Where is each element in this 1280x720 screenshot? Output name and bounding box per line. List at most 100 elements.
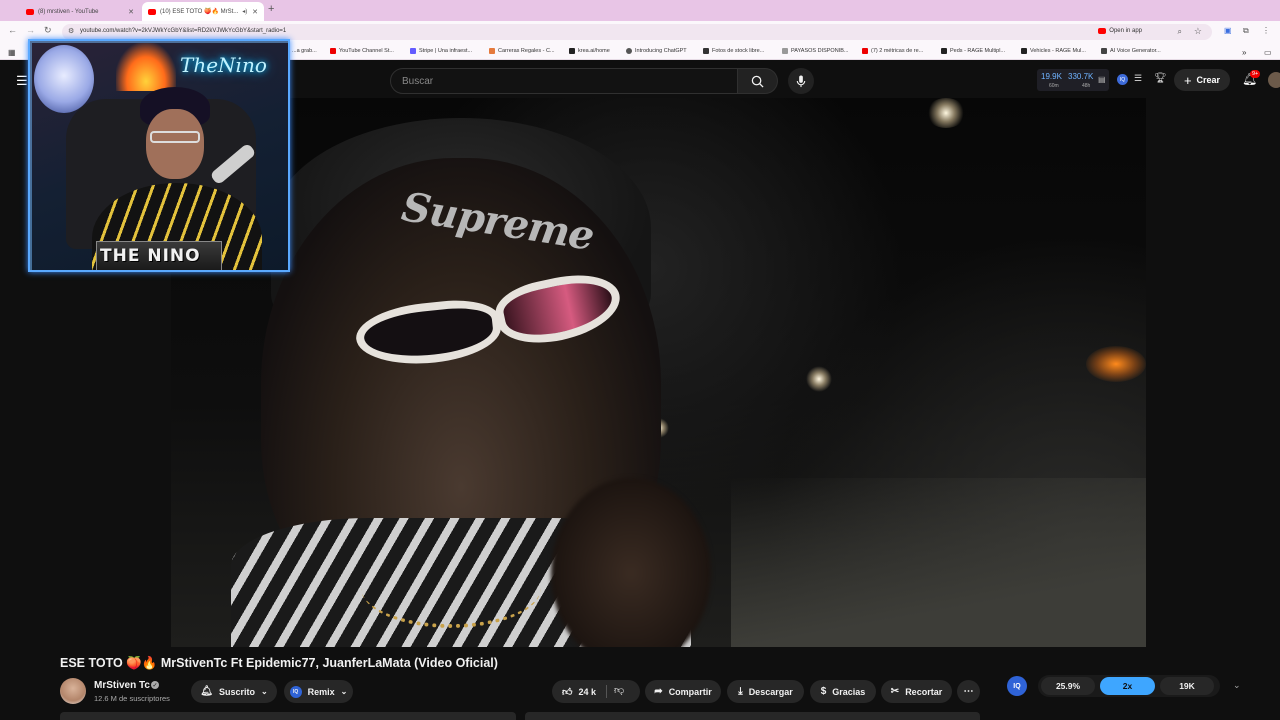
clip-label: Recortar (905, 686, 943, 697)
bookmark-label: Introducing ChatGPT (635, 48, 687, 54)
remix-button[interactable]: IQ Remix ⌄ (284, 680, 353, 703)
account-avatar[interactable] (1268, 72, 1280, 88)
bookmark-item[interactable]: (7) 2 métricas de re... (862, 48, 923, 54)
create-button[interactable]: + Crear (1174, 69, 1230, 91)
thanks-label: Gracias (832, 686, 866, 697)
iq-multiplier-badge[interactable]: 2x (1100, 677, 1155, 695)
iq-widget-logo[interactable]: IQ (1007, 676, 1027, 696)
rage-favicon-icon (941, 48, 947, 54)
close-tab-icon[interactable]: ✕ (128, 8, 134, 16)
bell-icon: 🔔︎ (200, 686, 213, 697)
bookmark-label: YouTube Channel St... (339, 48, 394, 54)
scissors-icon: ✂ (890, 686, 900, 697)
youtube-favicon-icon (26, 8, 34, 15)
channel-avatar[interactable] (60, 678, 86, 704)
bookmarks-folder-icon[interactable]: ▭ (1264, 48, 1272, 57)
menu-icon[interactable]: ☰ (16, 73, 28, 89)
like-dislike-group: 👍︎ 24 k (552, 680, 640, 703)
bookmark-favicon-icon (489, 48, 495, 54)
browser-menu-icon[interactable]: ⋮ (1262, 26, 1270, 35)
youtube-favicon-icon (330, 48, 336, 54)
reload-icon[interactable]: ↻ (44, 25, 52, 36)
iq-label: IQ (1119, 76, 1126, 83)
bookmark-favicon-icon (1101, 48, 1107, 54)
open-in-app-button[interactable]: Open in app (1098, 28, 1142, 34)
youtube-favicon-icon (148, 8, 156, 15)
krea-favicon-icon (569, 48, 575, 54)
list-icon[interactable]: ☰ (1134, 73, 1142, 84)
bookmark-item[interactable]: AI Voice Generator... (1101, 48, 1161, 54)
chevron-down-icon: ⌄ (261, 687, 268, 696)
bookmark-item[interactable]: PAYASOS DISPONIB... (782, 48, 848, 54)
audio-playing-icon[interactable]: ◂) (242, 8, 247, 15)
like-button[interactable]: 👍︎ 24 k (562, 686, 596, 698)
subscribed-button[interactable]: 🔔︎ Suscrito ⌄ (191, 680, 277, 703)
video-player[interactable]: Supreme (171, 98, 1146, 647)
site-settings-icon[interactable]: ⚙ (68, 27, 74, 35)
comments-card-edge (525, 712, 980, 720)
description-card-edge (60, 712, 516, 720)
tab-label: (8) mrstiven - YouTube (38, 8, 99, 15)
share-icon: ➦ (654, 686, 663, 697)
browser-tab-youtube-search[interactable]: (8) mrstiven - YouTube ✕ (20, 2, 140, 21)
extensions-icon[interactable]: ⧉ (1243, 26, 1249, 36)
bookmark-item[interactable]: Vehicles - RAGE Mul... (1021, 48, 1086, 54)
bookmark-item[interactable]: Stripe | Una infraest... (410, 48, 472, 54)
search-icon (751, 75, 764, 88)
bookmark-star-icon[interactable]: ☆ (1194, 26, 1202, 37)
views-stat: 19.9K (1041, 72, 1062, 81)
stats-chart-icon[interactable]: ▤ (1098, 75, 1106, 84)
thumbs-down-icon[interactable]: 👎︎ (614, 684, 624, 696)
translate-extension-icon[interactable]: ▣ (1224, 26, 1232, 35)
bookmark-item[interactable]: YouTube Channel St... (330, 48, 394, 54)
thanks-button[interactable]: $ Gracias (810, 680, 876, 703)
download-button[interactable]: ⤓ Descargar (727, 680, 804, 703)
bookmark-item[interactable]: krea.ai/home (569, 48, 610, 54)
share-button[interactable]: ➦ Compartir (645, 680, 721, 703)
realtime-stats-widget[interactable]: 19.9K 60m 330.7K 48h ▤ (1037, 69, 1109, 91)
microphone-icon (796, 74, 806, 87)
share-label: Compartir (668, 686, 712, 697)
apps-grid-icon[interactable]: ▦ (8, 48, 16, 57)
bookmark-item[interactable]: Introducing ChatGPT (626, 48, 687, 54)
bookmark-item[interactable]: Fotos de stock libre... (703, 48, 764, 54)
more-actions-button[interactable]: ⋯ (957, 680, 980, 703)
search-button[interactable] (738, 68, 778, 94)
iq-extension-icon[interactable]: IQ (1117, 74, 1128, 85)
bookmark-item[interactable]: ...a grab... (292, 48, 317, 54)
bookmark-label: Peds - RAGE Multipl... (950, 48, 1006, 54)
clip-button[interactable]: ✂ Recortar (881, 680, 952, 703)
address-bar[interactable]: ⚙ youtube.com/watch?v=2kVJWkYcGbY&list=R… (62, 24, 1212, 40)
openai-favicon-icon (626, 48, 632, 54)
thumbs-up-icon: 👍︎ (562, 686, 573, 698)
tab-label: (10) ESE TOTO 🍑🔥 MrSt... (160, 9, 239, 15)
hand (551, 478, 711, 647)
iq-count-badge[interactable]: 19K (1160, 677, 1214, 695)
bookmark-label: Carreras Regales - C... (498, 48, 555, 54)
iq-widget-label: IQ (1013, 682, 1021, 690)
search-input[interactable]: Buscar (390, 68, 738, 94)
close-tab-icon[interactable]: ✕ (252, 8, 258, 16)
channel-name[interactable]: MrStiven Tc (94, 680, 150, 691)
rage-favicon-icon (1021, 48, 1027, 54)
download-icon: ⤓ (738, 686, 743, 697)
chevron-down-icon[interactable]: ⌄ (1233, 680, 1241, 691)
orange-light (1086, 346, 1146, 382)
iq-multiplier: 2x (1122, 681, 1133, 691)
bookmark-item[interactable]: Carreras Regales - C... (489, 48, 555, 54)
total-period: 48h (1082, 83, 1091, 89)
back-icon[interactable]: ← (8, 25, 17, 35)
bookmark-item[interactable]: Peds - RAGE Multipl... (941, 48, 1005, 54)
trophy-icon[interactable]: 🏆︎ (1154, 73, 1167, 84)
bookmark-label: AI Voice Generator... (1110, 48, 1161, 54)
more-horizontal-icon: ⋯ (963, 686, 974, 697)
search-placeholder: Buscar (402, 76, 434, 87)
iq-percent-badge[interactable]: 25.9% (1041, 677, 1095, 695)
browser-tab-video[interactable]: (10) ESE TOTO 🍑🔥 MrSt... ◂) ✕ (142, 2, 264, 21)
more-bookmarks-icon[interactable]: » (1242, 48, 1246, 57)
voice-search-button[interactable] (788, 68, 814, 94)
new-tab-icon[interactable]: + (268, 3, 274, 15)
zoom-icon[interactable]: ⌕ (1178, 27, 1182, 37)
iq-icon: IQ (289, 685, 302, 698)
forward-icon[interactable]: → (26, 25, 35, 35)
